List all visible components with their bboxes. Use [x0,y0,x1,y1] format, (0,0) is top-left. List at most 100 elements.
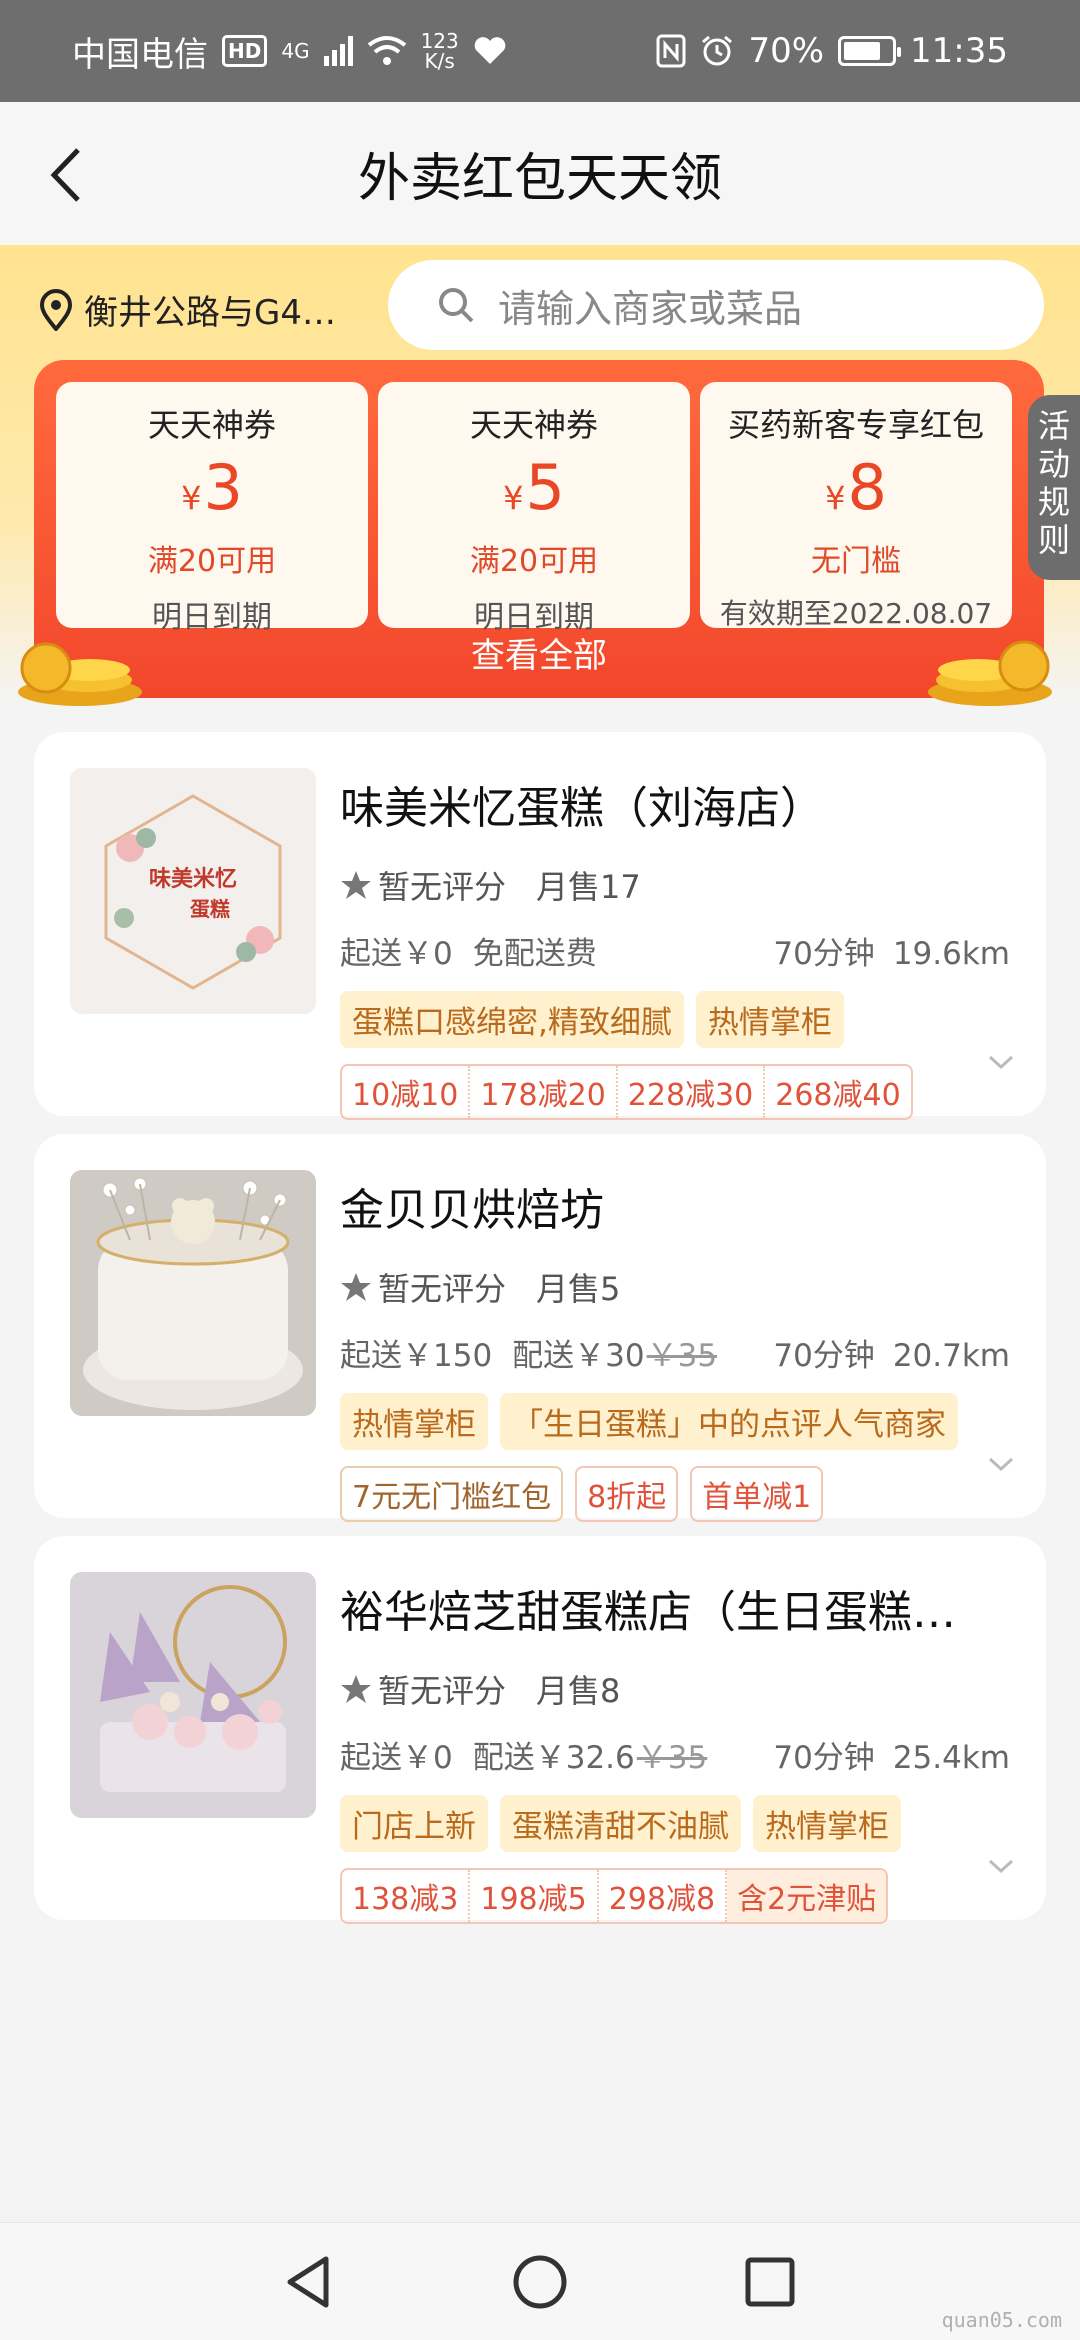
store-thumbnail[interactable] [70,1572,316,1818]
store-rating: 暂无评分 月售17 [340,862,1010,908]
store-tag: 热情掌柜 [340,1393,488,1450]
promo-list: 10减10 178减20 228减30 268减40 [340,1064,913,1120]
coupon-condition: 无门槛 [811,544,901,579]
alarm-icon [702,35,733,66]
store-tag: 热情掌柜 [753,1795,901,1852]
min-order: 起送￥0 [340,1740,453,1776]
coupon-condition: 满20可用 [469,544,599,579]
promo-list: 138减3 198减5 298减8 含2元津贴 [340,1868,889,1924]
wifi-icon [367,36,406,65]
search-input[interactable]: 请输入商家或菜品 [388,260,1044,350]
store-tag: 蛋糕清甜不油腻 [500,1795,741,1852]
delivery-time: 70分钟 [773,1740,875,1776]
heart-icon [474,37,506,64]
battery-percent: 70% [748,31,825,71]
monthly-sales: 月售17 [536,868,641,906]
store-card[interactable]: 金贝贝烘焙坊 暂无评分 月售5 起送￥150 配送￥30 ￥35 70分钟 20.… [34,1134,1046,1522]
coupon-title: 买药新客专享红包 [727,406,984,444]
search-placeholder: 请输入商家或菜品 [498,286,803,331]
store-tag: 「生日蛋糕」中的点评人气商家 [500,1393,958,1450]
coupon-amount: ¥3 [181,451,243,524]
view-all-button[interactable]: 查看全部 [34,628,1044,677]
star-icon [341,871,371,899]
promo-badge: 10减10 [342,1066,471,1118]
chevron-down-icon[interactable] [986,1052,1016,1072]
delivery-info: 起送￥0 免配送费 70分钟 19.6km [340,928,1010,973]
top-bar: 外卖红包天天领 [0,102,1080,245]
delivery-info: 起送￥0 配送￥32.6 ￥35 70分钟 25.4km [340,1732,1010,1777]
battery-icon [838,36,902,66]
distance: 25.4km [892,1740,1010,1776]
nav-home-icon[interactable] [505,2247,575,2317]
status-bar: 中国电信 HD 4G 123 K/s 70% 11:35 [0,0,1080,102]
activity-rules-tab[interactable]: 活动规则 [1028,395,1080,580]
coupon-card[interactable]: 买药新客专享红包 ¥8 无门槛 有效期至2022.08.07 [700,382,1012,630]
page-title: 外卖红包天天领 [357,149,722,209]
monthly-sales: 月售5 [536,1270,621,1308]
watermark: quan05.com [941,2308,1062,2332]
promo-badge: 268减40 [775,1078,901,1113]
original-delivery-fee: ￥35 [646,1338,718,1374]
distance: 20.7km [892,1338,1010,1374]
carrier-name: 中国电信 [72,34,208,75]
chevron-down-icon[interactable] [986,1856,1016,1876]
gold-coins-icon [928,640,1052,706]
store-rating: 暂无评分 月售8 [340,1666,1010,1712]
promo-badge: 198减5 [470,1870,599,1922]
store-rating: 暂无评分 月售5 [340,1264,1010,1310]
delivery-time: 70分钟 [773,1338,875,1374]
promo-badge: 7元无门槛红包 [340,1466,564,1522]
location-selector[interactable]: 衡井公路与G4… [38,285,336,334]
delivery-fee: 免配送费 [472,936,597,972]
thumbnail-logo-text: 味美米忆 [149,866,237,892]
store-thumbnail[interactable]: 味美米忆 蛋糕 [70,768,316,1014]
chevron-down-icon[interactable] [986,1454,1016,1474]
clock: 11:35 [910,31,1008,71]
original-delivery-fee: ￥35 [636,1740,708,1776]
location-pin-icon [39,288,73,331]
nav-back-icon[interactable] [274,2247,344,2317]
store-tag: 门店上新 [340,1795,488,1852]
hd-badge: HD [222,35,268,67]
delivery-fee: 配送￥32.6 [472,1740,635,1776]
coupon-card[interactable]: 天天神券 ¥5 满20可用 明日到期 [378,382,690,635]
star-icon [341,1675,371,1703]
promo-badge: 138减3 [342,1870,471,1922]
search-icon [439,288,474,323]
coupon-amount: ¥8 [825,451,887,524]
back-arrow-icon[interactable] [40,140,100,210]
store-tag: 蛋糕口感绵密,精致细腻 [340,991,684,1048]
coupon-condition: 满20可用 [147,544,277,579]
min-order: 起送￥0 [340,936,453,972]
coupon-title: 天天神券 [469,406,598,444]
delivery-time: 70分钟 [773,936,875,972]
promo-badge: 178减20 [470,1066,618,1118]
promo-badge: 8折起 [575,1466,679,1522]
nfc-icon [656,34,686,68]
store-card[interactable]: 裕华焙芝甜蛋糕店（生日蛋糕… 暂无评分 月售8 起送￥0 配送￥32.6 ￥35… [34,1536,1046,1924]
star-icon [341,1273,371,1301]
coupon-amount: ¥5 [503,451,565,524]
system-nav-bar: quan05.com [0,2222,1080,2340]
distance: 19.6km [892,936,1010,972]
coupon-card[interactable]: 天天神券 ¥3 满20可用 明日到期 [56,382,368,635]
store-tag: 热情掌柜 [695,991,844,1048]
promo-badge: 含2元津贴 [727,1870,887,1922]
store-card[interactable]: 味美米忆 蛋糕 味美米忆蛋糕（刘海店） 暂无评分 月售17 起送￥0 免配送费 … [34,732,1046,1120]
promo-badge: 298减8 [599,1870,728,1922]
nav-recents-icon[interactable] [735,2247,805,2317]
promo-badge: 228减30 [618,1066,766,1118]
svg-text:蛋糕: 蛋糕 [190,897,230,921]
location-text: 衡井公路与G4… [84,293,336,333]
gold-coins-icon [18,642,142,706]
store-name: 味美米忆蛋糕（刘海店） [340,783,824,834]
delivery-info: 起送￥150 配送￥30 ￥35 70分钟 20.7km [340,1330,1010,1375]
store-name: 金贝贝烘焙坊 [340,1185,604,1236]
network-speed: 123 K/s [420,29,459,73]
network-type: 4G [281,39,310,63]
monthly-sales: 月售8 [536,1672,621,1710]
coupon-panel: 天天神券 ¥3 满20可用 明日到期 天天神券 ¥5 满20可用 明日到期 买药… [34,360,1044,698]
delivery-fee: 配送￥30 [512,1338,645,1374]
coupon-expiry: 有效期至2022.08.07 [719,597,993,630]
store-thumbnail[interactable] [70,1170,316,1416]
